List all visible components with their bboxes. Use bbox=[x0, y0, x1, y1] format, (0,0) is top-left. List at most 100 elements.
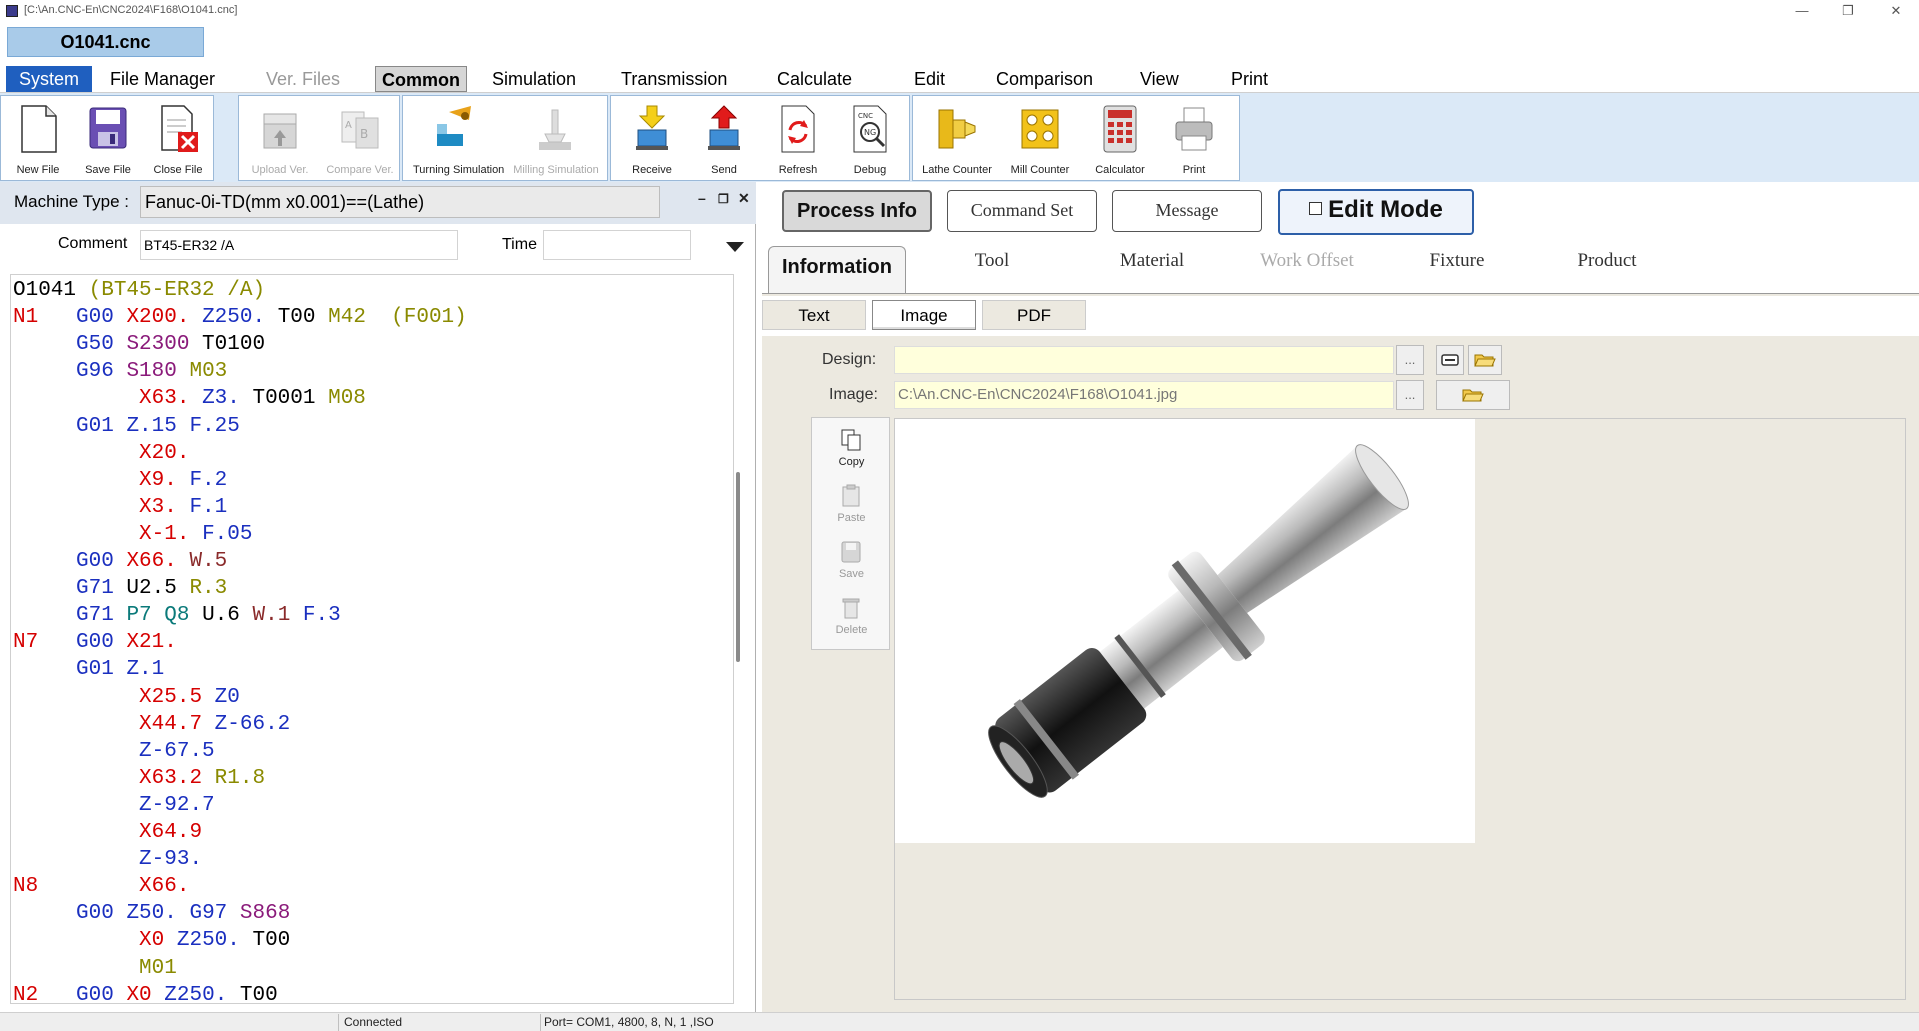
save-image-button[interactable]: Save bbox=[812, 534, 891, 588]
code-line[interactable]: G71 P7 Q8 U.6 W.1 F.3 bbox=[13, 602, 341, 629]
code-line[interactable]: N8 X66. bbox=[13, 873, 189, 900]
code-line[interactable]: X20. bbox=[13, 440, 189, 467]
file-tab[interactable]: O1041.cnc bbox=[7, 27, 204, 57]
turning-simulation-button[interactable]: Turning Simulation bbox=[413, 96, 504, 180]
image-browse-button[interactable]: ... bbox=[1396, 380, 1424, 410]
design-scan-button[interactable] bbox=[1436, 345, 1464, 375]
receive-button[interactable]: Receive bbox=[617, 96, 687, 180]
tab-image[interactable]: Image bbox=[872, 300, 976, 330]
menu-system[interactable]: System bbox=[6, 66, 92, 92]
save-file-button[interactable]: Save File bbox=[73, 96, 143, 180]
menu-edit[interactable]: Edit bbox=[908, 66, 951, 92]
code-line[interactable]: Z-67.5 bbox=[13, 738, 215, 765]
milling-simulation-button[interactable]: Milling Simulation bbox=[511, 96, 601, 180]
delete-button[interactable]: Delete bbox=[812, 590, 891, 644]
code-token: M01 bbox=[139, 956, 177, 980]
tab-material[interactable]: Material bbox=[1087, 246, 1217, 276]
calculator-button[interactable]: Calculator bbox=[1085, 96, 1155, 180]
code-line[interactable]: N1 G00 X200. Z250. T00 M42 (F001) bbox=[13, 304, 467, 331]
code-line[interactable]: G50 S2300 T0100 bbox=[13, 331, 265, 358]
close-file-button[interactable]: Close File bbox=[143, 96, 213, 180]
compare-icon: BA bbox=[341, 111, 379, 149]
code-line[interactable]: M01 bbox=[13, 955, 177, 982]
code-line[interactable]: X63. Z3. T0001 M08 bbox=[13, 385, 366, 412]
code-line[interactable]: X0 Z250. T00 bbox=[13, 927, 290, 954]
code-line[interactable]: G96 S180 M03 bbox=[13, 358, 227, 385]
refresh-button[interactable]: Refresh bbox=[763, 96, 833, 180]
code-line[interactable]: X-1. F.05 bbox=[13, 521, 252, 548]
edit-mode-toggle[interactable]: Edit Mode bbox=[1278, 189, 1474, 235]
menu-view[interactable]: View bbox=[1134, 66, 1185, 92]
tab-information[interactable]: Information bbox=[768, 246, 906, 294]
code-line[interactable]: X63.2 R1.8 bbox=[13, 765, 265, 792]
time-input[interactable] bbox=[543, 230, 691, 260]
code-line[interactable]: Z-92.7 bbox=[13, 792, 215, 819]
tab-pdf[interactable]: PDF bbox=[982, 300, 1086, 330]
menu-simulation[interactable]: Simulation bbox=[486, 66, 582, 92]
chevron-down-icon[interactable] bbox=[726, 242, 744, 252]
message-button[interactable]: Message bbox=[1112, 190, 1262, 232]
menu-comparison[interactable]: Comparison bbox=[990, 66, 1099, 92]
new-file-button[interactable]: New File bbox=[3, 96, 73, 180]
image-open-folder-button[interactable] bbox=[1436, 380, 1510, 410]
lathe-counter-button[interactable]: Lathe Counter bbox=[917, 96, 997, 180]
tab-work-offset[interactable]: Work Offset bbox=[1232, 246, 1382, 276]
code-line[interactable]: G01 Z.1 bbox=[13, 656, 164, 683]
close-button[interactable]: ✕ bbox=[1884, 2, 1908, 20]
code-line[interactable]: X9. F.2 bbox=[13, 467, 227, 494]
tab-tool[interactable]: Tool bbox=[942, 246, 1042, 276]
minimize-button[interactable]: — bbox=[1790, 2, 1814, 20]
process-info-button[interactable]: Process Info bbox=[782, 190, 932, 232]
mill-counter-button[interactable]: Mill Counter bbox=[1003, 96, 1077, 180]
paste-button[interactable]: Paste bbox=[812, 478, 891, 532]
design-browse-button[interactable]: ... bbox=[1396, 345, 1424, 375]
code-line[interactable]: G01 Z.15 F.25 bbox=[13, 413, 240, 440]
menu-calculate[interactable]: Calculate bbox=[771, 66, 858, 92]
print-button[interactable]: Print bbox=[1159, 96, 1229, 180]
copy-button[interactable]: Copy bbox=[812, 422, 891, 476]
code-line[interactable]: G00 X66. W.5 bbox=[13, 548, 227, 575]
code-line[interactable]: G00 Z50. G97 S868 bbox=[13, 900, 290, 927]
comment-input[interactable]: BT45-ER32 /A bbox=[140, 230, 458, 260]
code-line[interactable]: N2 G00 X0 Z250. T00 bbox=[13, 982, 278, 1004]
code-line[interactable]: G71 U2.5 R.3 bbox=[13, 575, 227, 602]
code-line[interactable]: X64.9 bbox=[13, 819, 202, 846]
editor-scrollbar[interactable] bbox=[736, 472, 740, 662]
command-set-button[interactable]: Command Set bbox=[947, 190, 1097, 232]
image-path-input[interactable]: C:\An.CNC-En\CNC2024\F168\O1041.jpg bbox=[894, 381, 1394, 409]
code-line[interactable]: O1041 (BT45-ER32 /A) bbox=[13, 277, 265, 304]
upload-ver-button[interactable]: Upload Ver. bbox=[245, 96, 315, 180]
code-token: T00 bbox=[239, 929, 291, 953]
menu-file-manager[interactable]: File Manager bbox=[104, 66, 221, 92]
design-open-folder-button[interactable] bbox=[1468, 345, 1502, 375]
code-line[interactable]: X25.5 Z0 bbox=[13, 684, 240, 711]
code-line[interactable]: X3. F.1 bbox=[13, 494, 227, 521]
close-file-icon bbox=[161, 105, 198, 152]
panel-close-icon[interactable]: ✕ bbox=[738, 190, 750, 207]
compare-ver-button[interactable]: BA Compare Ver. bbox=[325, 96, 395, 180]
code-line[interactable]: Z-93. bbox=[13, 846, 202, 873]
code-line[interactable]: N7 G00 X21. bbox=[13, 629, 177, 656]
code-token: (BT45-ER32 /A) bbox=[88, 279, 266, 302]
panel-minimize-icon[interactable]: – bbox=[698, 190, 706, 206]
maximize-button[interactable]: ❐ bbox=[1836, 2, 1860, 20]
code-token: N2 bbox=[13, 983, 39, 1004]
panel-float-icon[interactable]: ❐ bbox=[718, 192, 729, 206]
code-line[interactable]: X44.7 Z-66.2 bbox=[13, 711, 290, 738]
design-input[interactable] bbox=[894, 346, 1394, 374]
tab-text[interactable]: Text bbox=[762, 300, 866, 330]
code-editor[interactable]: O1041 (BT45-ER32 /A) N1 G00 X200. Z250. T… bbox=[10, 274, 734, 1004]
tab-product[interactable]: Product bbox=[1542, 246, 1672, 276]
menu-common[interactable]: Common bbox=[375, 66, 467, 92]
machine-type-select[interactable]: Fanuc-0i-TD(mm x0.001)==(Lathe) bbox=[140, 186, 660, 218]
menu-transmission[interactable]: Transmission bbox=[615, 66, 733, 92]
code-token: G97 bbox=[189, 902, 228, 926]
edit-mode-checkbox[interactable] bbox=[1309, 202, 1323, 215]
debug-button[interactable]: CNC NG Debug bbox=[835, 96, 905, 180]
menu-print[interactable]: Print bbox=[1225, 66, 1274, 92]
menu-ver-files[interactable]: Ver. Files bbox=[260, 66, 346, 92]
send-button[interactable]: Send bbox=[689, 96, 759, 180]
tab-fixture[interactable]: Fixture bbox=[1392, 246, 1522, 276]
